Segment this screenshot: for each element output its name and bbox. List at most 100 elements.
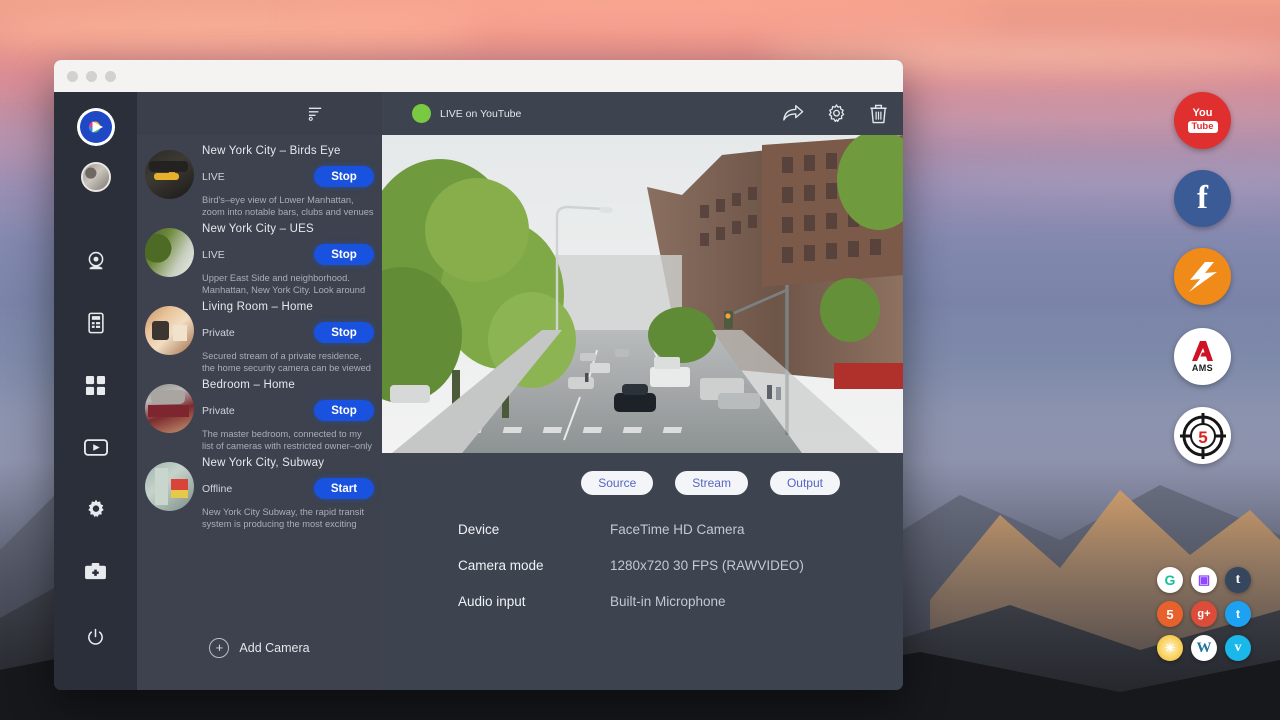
camera-state: Private [202, 405, 235, 417]
camera-title: New York City, Subway [202, 457, 374, 469]
list-toolbar [137, 92, 382, 135]
adobe-ams-shortcut-icon[interactable]: AMS [1174, 328, 1231, 385]
camera-state: Offline [202, 483, 232, 495]
list-item[interactable]: Bedroom – Home Private Stop The master b… [137, 371, 382, 449]
camera-action-button[interactable]: Stop [314, 400, 374, 421]
camera-info: Living Room – Home Private Stop Secured … [202, 300, 374, 376]
info-value[interactable]: FaceTime HD Camera [610, 522, 745, 537]
info-key: Device [458, 522, 610, 537]
adobe-ams-label: AMS [1192, 363, 1213, 373]
camera-thumbnail [145, 150, 194, 199]
svg-text:5: 5 [1198, 428, 1207, 447]
gear-icon [85, 498, 107, 520]
camera-title: Bedroom – Home [202, 379, 374, 391]
video-preview[interactable] [382, 135, 903, 453]
close-button[interactable] [67, 71, 78, 82]
camera-action-button[interactable]: Start [314, 478, 374, 499]
document-icon [86, 312, 106, 334]
main-toolbar: LIVE on YouTube [382, 92, 903, 135]
rail-item-dashboard[interactable] [72, 360, 120, 410]
camera-title: Living Room – Home [202, 301, 374, 313]
list-item[interactable]: Living Room – Home Private Stop Secured … [137, 293, 382, 371]
camera-action-button[interactable]: Stop [314, 322, 374, 343]
desktop: New York City – Birds Eye LIVE Stop Bird… [0, 0, 1280, 720]
camera-info: New York City, Subway Offline Start New … [202, 456, 374, 532]
app-logo-icon [80, 111, 112, 143]
camera-controls: Private Stop [202, 322, 374, 343]
info-row: Device FaceTime HD Camera [458, 522, 903, 558]
info-key: Audio input [458, 594, 610, 609]
camera-controls: Offline Start [202, 478, 374, 499]
grammarly-mini-icon[interactable]: G [1157, 567, 1183, 593]
camera-list-column: New York City – Birds Eye LIVE Stop Bird… [137, 92, 382, 690]
tab-stream[interactable]: Stream [675, 471, 748, 495]
target5-shortcut-icon[interactable]: 5 [1174, 407, 1231, 464]
camera-controls: Private Stop [202, 400, 374, 421]
tumblr-mini-icon[interactable]: t [1225, 567, 1251, 593]
info-key: Camera mode [458, 558, 610, 573]
adobe-icon [1191, 340, 1215, 362]
rail-item-support[interactable] [72, 546, 120, 596]
webcam-icon [85, 250, 107, 272]
rail-item-settings[interactable] [72, 484, 120, 534]
app-window: New York City – Birds Eye LIVE Stop Bird… [54, 60, 903, 690]
camera-state: Private [202, 327, 235, 339]
twitter-mini-icon[interactable]: t [1225, 601, 1251, 627]
camera-description: New York City Subway, the rapid transit … [202, 507, 374, 532]
device-info: Device FaceTime HD Camera Camera mode 12… [382, 495, 903, 630]
camera-thumbnail [145, 228, 194, 277]
youtube-shortcut-icon[interactable]: You Tube [1174, 92, 1231, 149]
twitch-mini-icon[interactable]: ▣ [1191, 567, 1217, 593]
camera-controls: LIVE Stop [202, 244, 374, 265]
camera-title: New York City – UES [202, 223, 374, 235]
rail-item-recordings[interactable] [72, 422, 120, 472]
tab-source[interactable]: Source [581, 471, 653, 495]
camera-description: The master bedroom, connected to my list… [202, 429, 374, 454]
list-item[interactable]: New York City – UES LIVE Stop Upper East… [137, 215, 382, 293]
maximize-button[interactable] [105, 71, 116, 82]
five-mini-icon[interactable]: 5 [1157, 601, 1183, 627]
camera-thumbnail [145, 306, 194, 355]
user-avatar[interactable] [81, 162, 111, 192]
rail-item-reports[interactable] [72, 298, 120, 348]
googleplus-mini-icon[interactable]: g+ [1191, 601, 1217, 627]
camera-thumbnail [145, 384, 194, 433]
list-item[interactable]: New York City, Subway Offline Start New … [137, 449, 382, 527]
camera-state: LIVE [202, 249, 225, 261]
camera-info: New York City – Birds Eye LIVE Stop Bird… [202, 144, 374, 220]
add-camera-button[interactable]: + Add Camera [137, 606, 382, 690]
winamp-shortcut-icon[interactable] [1174, 248, 1231, 305]
power-icon [86, 628, 105, 647]
vimeo-mini-icon[interactable]: v [1225, 635, 1251, 661]
sort-lines-icon[interactable] [307, 105, 324, 122]
camera-action-button[interactable]: Stop [314, 166, 374, 187]
camera-list[interactable]: New York City – Birds Eye LIVE Stop Bird… [137, 135, 382, 606]
wordpress-mini-icon[interactable]: W [1191, 635, 1217, 661]
share-arrow-icon[interactable] [782, 104, 804, 123]
grid-icon [85, 375, 106, 396]
gear-icon[interactable] [826, 103, 847, 124]
sun-mini-icon[interactable]: ☀ [1157, 635, 1183, 661]
camera-action-button[interactable]: Stop [314, 244, 374, 265]
rail-item-power[interactable] [72, 612, 120, 662]
camera-state: LIVE [202, 171, 225, 183]
lightning-icon [1184, 260, 1222, 294]
info-row: Camera mode 1280x720 30 FPS (RAWVIDEO) [458, 558, 903, 594]
list-item[interactable]: New York City – Birds Eye LIVE Stop Bird… [137, 137, 382, 215]
info-value[interactable]: Built-in Microphone [610, 594, 726, 609]
cloud-streak [300, 0, 1000, 44]
trash-icon[interactable] [869, 103, 888, 124]
main-column: LIVE on YouTube [382, 92, 903, 690]
info-value[interactable]: 1280x720 30 FPS (RAWVIDEO) [610, 558, 804, 573]
first-aid-icon [84, 562, 107, 581]
facebook-shortcut-icon[interactable]: f [1174, 170, 1231, 227]
minimize-button[interactable] [86, 71, 97, 82]
add-camera-label: Add Camera [239, 641, 309, 655]
rail-item-cameras[interactable] [72, 236, 120, 286]
crosshair-icon: 5 [1179, 412, 1227, 460]
tab-output[interactable]: Output [770, 471, 840, 495]
live-status-label: LIVE on YouTube [440, 108, 521, 120]
camera-info: Bedroom – Home Private Stop The master b… [202, 378, 374, 454]
camera-thumbnail [145, 462, 194, 511]
app-logo[interactable] [77, 108, 115, 146]
